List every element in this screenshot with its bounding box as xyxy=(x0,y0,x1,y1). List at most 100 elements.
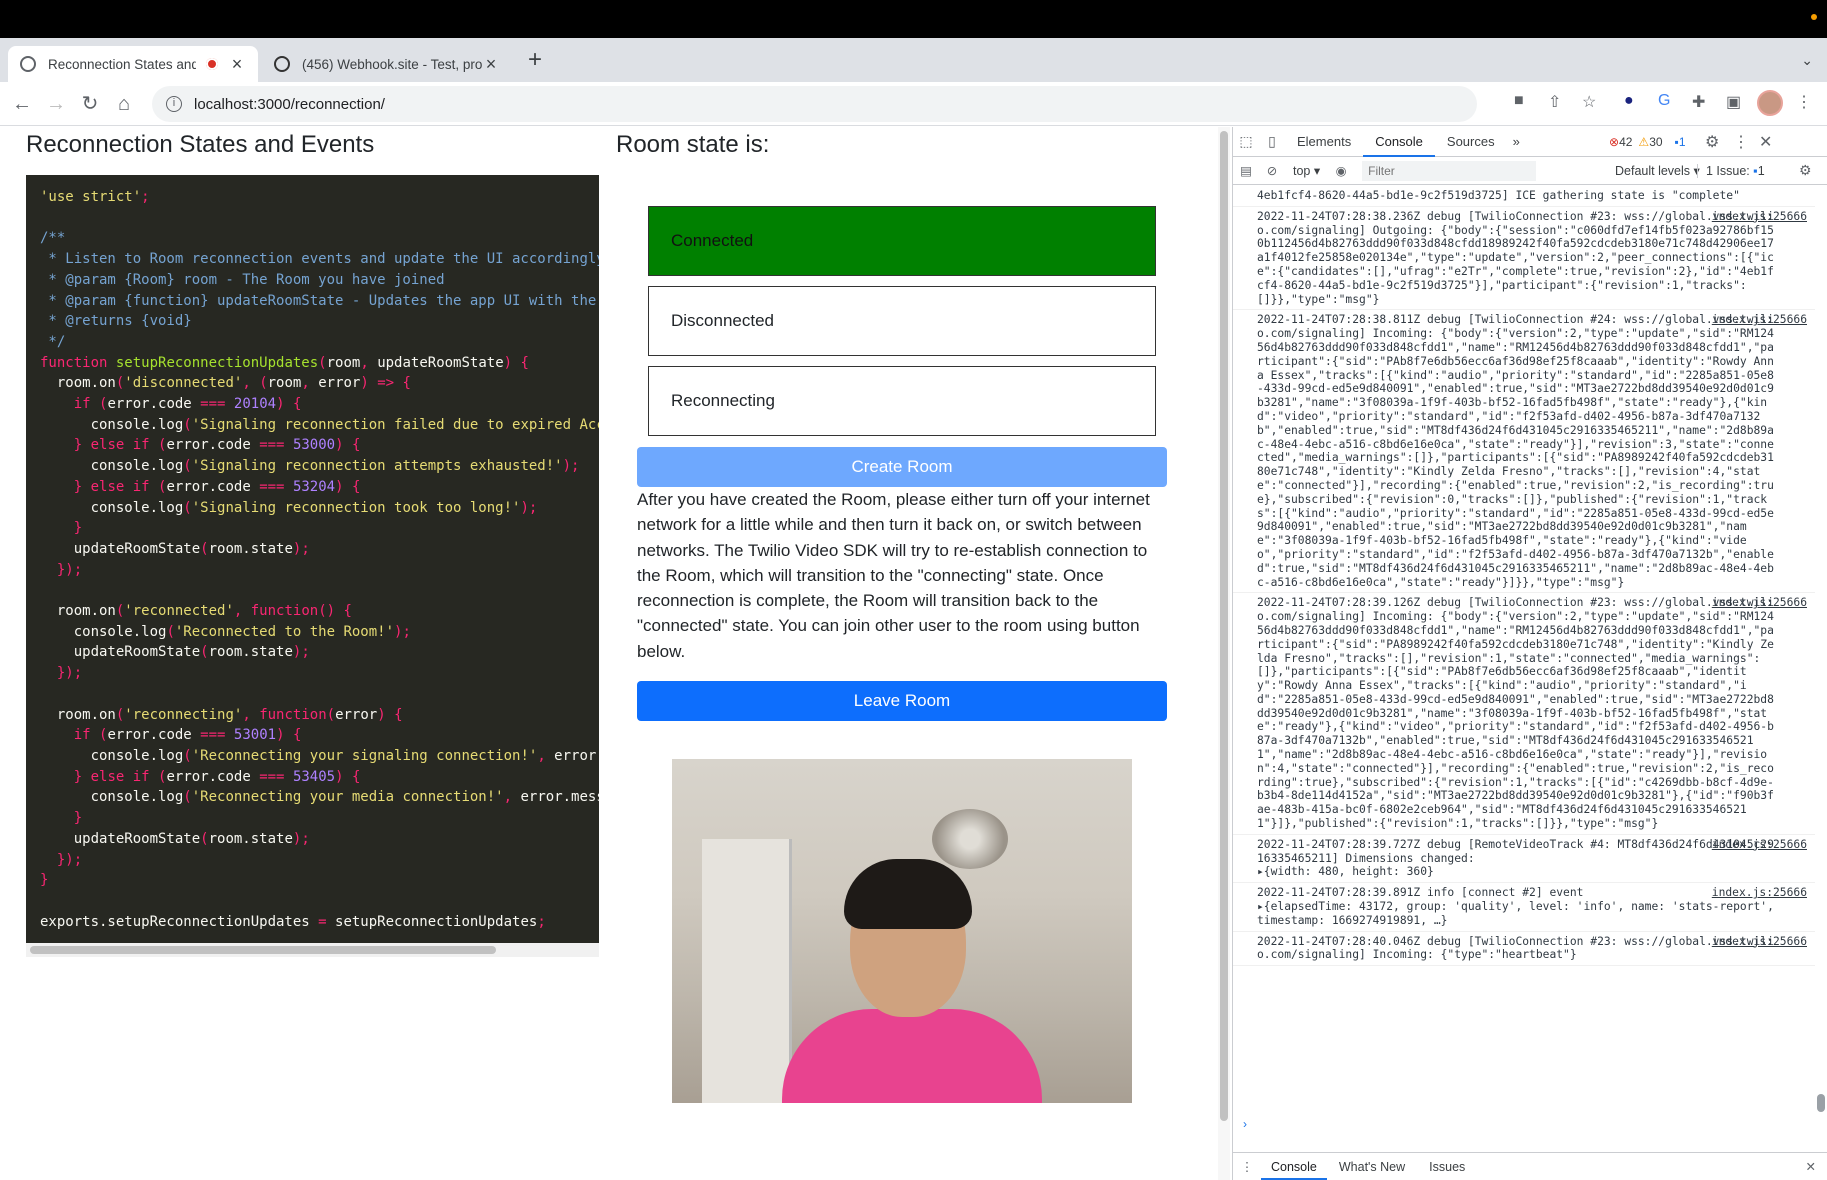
devtools-drawer-tabs: ⋮ Console What's New Issues ✕ xyxy=(1233,1152,1827,1180)
close-tab-icon[interactable]: × xyxy=(482,54,500,75)
more-tabs-icon[interactable]: » xyxy=(1507,134,1526,149)
sidebar-toggle-icon[interactable]: ▤ xyxy=(1233,163,1259,178)
os-top-bar xyxy=(0,0,1827,38)
scrollbar-thumb[interactable] xyxy=(1817,1094,1825,1112)
console-scrollbar[interactable] xyxy=(1815,186,1825,1114)
profile-avatar[interactable] xyxy=(1757,90,1783,116)
console-message[interactable]: 2022-11-24T07:28:38.811Z debug [TwilioCo… xyxy=(1233,310,1815,594)
scrollbar-thumb[interactable] xyxy=(1220,131,1228,1121)
console-message-text: 4eb1fcf4-8620-44a5-bd1e-9c2f519d3725] IC… xyxy=(1257,189,1740,202)
message-count-badge[interactable]: ▪ 1 xyxy=(1675,135,1686,149)
tab-console[interactable]: Console xyxy=(1363,127,1435,157)
browser-menu-icon[interactable]: ⋮ xyxy=(1796,92,1812,112)
drawer-tab-console[interactable]: Console xyxy=(1261,1154,1327,1180)
info-icon[interactable]: i xyxy=(166,96,182,112)
devtools-panel: ⬚ ▯ Elements Console Sources » ⊗ 42 ⚠ 30 ▪… xyxy=(1232,127,1827,1180)
translate-icon[interactable]: G xyxy=(1658,92,1670,110)
extensions-puzzle-icon[interactable]: ✚ xyxy=(1692,92,1705,112)
console-object-preview[interactable]: ▸{width: 480, height: 360} xyxy=(1257,865,1775,879)
devtools-menu-icon[interactable]: ⋮ xyxy=(1733,132,1749,152)
close-devtools-icon[interactable]: ✕ xyxy=(1759,132,1772,152)
source-link[interactable]: index.js:25666 xyxy=(1712,313,1807,327)
webhook-favicon-icon xyxy=(274,56,290,72)
create-room-button[interactable]: Create Room xyxy=(637,447,1167,487)
globe-icon xyxy=(20,56,36,72)
warning-icon: ⚠ xyxy=(1638,134,1650,149)
console-object-preview[interactable]: ▸{elapsedTime: 43172, group: 'quality', … xyxy=(1257,900,1775,928)
close-tab-icon[interactable]: × xyxy=(228,54,246,75)
console-message[interactable]: 4eb1fcf4-8620-44a5-bd1e-9c2f519d3725] IC… xyxy=(1233,186,1815,207)
source-link[interactable]: index.js:25666 xyxy=(1712,596,1807,610)
console-output[interactable]: 4eb1fcf4-8620-44a5-bd1e-9c2f519d3725] IC… xyxy=(1233,186,1815,1114)
tab-elements[interactable]: Elements xyxy=(1285,127,1363,157)
console-message[interactable]: 2022-11-24T07:28:39.727Z debug [RemoteVi… xyxy=(1233,835,1815,884)
page-viewport: Reconnection States and Events Room stat… xyxy=(0,127,1214,1180)
console-message[interactable]: 2022-11-24T07:28:38.236Z debug [TwilioCo… xyxy=(1233,207,1815,311)
warning-count-badge[interactable]: ⚠ 30 xyxy=(1638,135,1662,149)
console-message-text: 2022-11-24T07:28:39.126Z debug [TwilioCo… xyxy=(1257,596,1774,831)
drawer-menu-icon[interactable]: ⋮ xyxy=(1233,1159,1261,1174)
error-count-badge[interactable]: ⊗ 42 xyxy=(1609,135,1632,149)
devtools-tab-bar: ⬚ ▯ Elements Console Sources » ⊗ 42 ⚠ 30 ▪… xyxy=(1233,127,1827,157)
console-filter-bar: ▤ ⊘ top ▾ ◉ Default levels ▾ 1 Issue: ▪1… xyxy=(1233,157,1827,185)
bookmark-star-icon[interactable]: ☆ xyxy=(1582,92,1596,112)
drawer-tab-whats-new[interactable]: What's New xyxy=(1327,1160,1417,1174)
console-message[interactable]: 2022-11-24T07:28:39.891Z info [connect #… xyxy=(1233,883,1815,932)
log-levels-dropdown[interactable]: Default levels ▾ xyxy=(1615,163,1700,179)
state-disconnected: Disconnected xyxy=(648,286,1156,356)
source-link[interactable]: index.js:25666 xyxy=(1712,935,1807,949)
browser-tab-webhook[interactable]: (456) Webhook.site - Test, pro × xyxy=(262,46,512,82)
drawer-tab-issues[interactable]: Issues xyxy=(1417,1160,1477,1174)
console-prompt-chevron-icon[interactable]: › xyxy=(1243,1117,1247,1131)
tab-sources[interactable]: Sources xyxy=(1435,127,1507,157)
tab-title: (456) Webhook.site - Test, pro xyxy=(302,56,482,72)
source-link[interactable]: index.js:25666 xyxy=(1712,210,1807,224)
error-icon: ⊗ xyxy=(1609,134,1620,149)
code-text: 'use strict'; /** * Listen to Room recon… xyxy=(40,189,599,930)
reload-icon[interactable]: ↻ xyxy=(76,90,104,118)
recording-icon xyxy=(206,58,218,70)
browser-toolbar: ← → ↻ ⌂ i localhost:3000/reconnection/ ■… xyxy=(0,82,1827,126)
console-settings-gear-icon[interactable]: ⚙ xyxy=(1799,162,1812,179)
extension-circle-icon[interactable]: ● xyxy=(1624,92,1634,110)
camera-icon[interactable]: ■ xyxy=(1514,92,1524,110)
side-panel-icon[interactable]: ▣ xyxy=(1726,92,1741,112)
forward-arrow-icon[interactable]: → xyxy=(42,90,70,118)
back-arrow-icon[interactable]: ← xyxy=(8,90,36,118)
video-background-lamp xyxy=(932,809,1008,869)
video-background-door xyxy=(702,839,792,1103)
leave-room-button[interactable]: Leave Room xyxy=(637,681,1167,721)
page-vertical-scrollbar[interactable] xyxy=(1218,127,1230,1180)
share-icon[interactable]: ⇧ xyxy=(1548,92,1561,112)
page-title: Reconnection States and Events xyxy=(26,131,375,158)
video-person-hair xyxy=(844,859,972,929)
live-expression-eye-icon[interactable]: ◉ xyxy=(1328,163,1354,178)
console-message-text: 2022-11-24T07:28:38.811Z debug [TwilioCo… xyxy=(1257,313,1774,589)
address-bar[interactable]: i localhost:3000/reconnection/ xyxy=(152,86,1477,122)
console-message-text: 2022-11-24T07:28:39.727Z debug [RemoteVi… xyxy=(1257,837,1774,865)
tab-title: Reconnection States and E xyxy=(48,56,196,72)
new-tab-button[interactable]: + xyxy=(528,46,542,74)
code-horizontal-scrollbar[interactable] xyxy=(26,943,599,957)
clear-console-icon[interactable]: ⊘ xyxy=(1259,163,1285,178)
source-link[interactable]: index.js:25666 xyxy=(1712,838,1807,852)
code-block: 'use strict'; /** * Listen to Room recon… xyxy=(26,175,599,943)
participant-video xyxy=(672,759,1132,1103)
source-link[interactable]: index.js:25666 xyxy=(1712,886,1807,900)
console-message-text: 2022-11-24T07:28:39.891Z info [connect #… xyxy=(1257,886,1584,900)
home-icon[interactable]: ⌂ xyxy=(110,90,138,118)
console-message[interactable]: 2022-11-24T07:28:40.046Z debug [TwilioCo… xyxy=(1233,932,1815,967)
inspect-element-icon[interactable]: ⬚ xyxy=(1233,133,1259,150)
url-text: localhost:3000/reconnection/ xyxy=(194,95,385,113)
browser-tab-reconnection[interactable]: Reconnection States and E × xyxy=(8,46,258,82)
close-drawer-icon[interactable]: ✕ xyxy=(1806,1159,1816,1174)
device-toolbar-icon[interactable]: ▯ xyxy=(1259,133,1285,150)
settings-gear-icon[interactable]: ⚙ xyxy=(1705,132,1719,152)
tab-search-chevron-icon[interactable]: ⌄ xyxy=(1801,52,1813,69)
console-filter-input[interactable] xyxy=(1362,160,1537,181)
video-person-shirt xyxy=(782,1009,1042,1103)
console-message[interactable]: 2022-11-24T07:28:39.126Z debug [TwilioCo… xyxy=(1233,593,1815,835)
context-selector[interactable]: top ▾ xyxy=(1285,163,1328,179)
issues-counter[interactable]: 1 Issue: ▪ 1 xyxy=(1697,163,1765,178)
scrollbar-thumb[interactable] xyxy=(30,946,496,954)
